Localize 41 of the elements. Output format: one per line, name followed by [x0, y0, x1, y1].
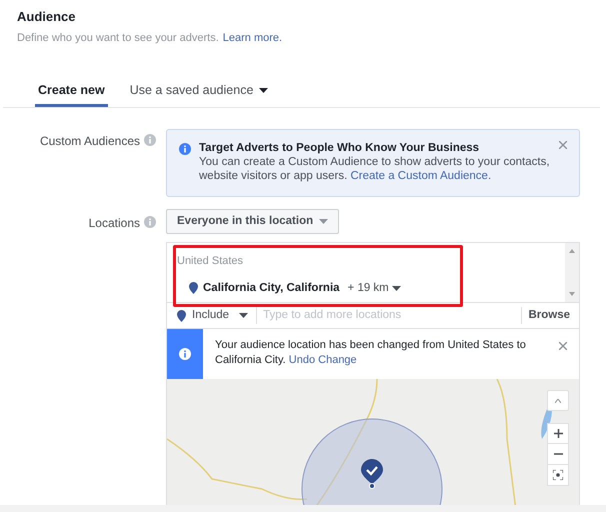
plus-icon	[554, 429, 562, 438]
caret-icon	[319, 219, 328, 224]
location-pin-icon	[177, 310, 186, 322]
info-icon	[144, 216, 156, 228]
selected-location: California City, California	[203, 280, 340, 296]
scroll-down-icon[interactable]	[569, 292, 575, 296]
recenter-button[interactable]	[547, 465, 569, 486]
change-notice-text: Your audience location has been changed from United States to California City. Undo Change	[214, 338, 527, 368]
tab[interactable]: Use a saved audience	[126, 77, 272, 107]
collapse-map-button[interactable]	[547, 390, 569, 411]
notice-text: You can create a Custom Audience to show adverts to your contacts, website visitors or app users. Create a Custom Audience.	[199, 155, 551, 183]
learn-more-link[interactable]: Learn more.	[222, 30, 282, 46]
scrollbar[interactable]	[565, 243, 579, 302]
map-marker-icon	[361, 459, 383, 489]
info-icon	[144, 134, 156, 146]
zoom-in-button[interactable]	[547, 423, 569, 444]
recenter-icon	[553, 470, 563, 480]
notice-title: Target Adverts to People Who Know Your Business	[199, 141, 480, 155]
info-icon	[179, 348, 191, 360]
minus-icon	[554, 453, 562, 455]
tab[interactable]: Create new	[35, 77, 108, 107]
browse-button[interactable]: Browse	[521, 306, 570, 324]
section-title: Audience	[17, 9, 77, 25]
undo-change-link[interactable]: Undo Change	[288, 354, 357, 366]
country-label: United States	[177, 254, 244, 269]
include-dropdown[interactable]: Include	[192, 306, 258, 324]
location-pin-icon	[189, 282, 198, 294]
location-search-field[interactable]: Type to add more locations	[263, 306, 522, 324]
section-description: Define who you want to see your adverts.	[17, 31, 219, 46]
scroll-up-icon[interactable]	[569, 249, 575, 253]
create-custom-audience-link[interactable]: Create a Custom Audience.	[350, 170, 492, 182]
radius-dropdown[interactable]: + 19 km	[348, 280, 401, 297]
close-icon[interactable]	[559, 342, 567, 350]
field-label: Custom Audiences	[40, 133, 140, 150]
audience-type-dropdown[interactable]: Everyone in this location	[166, 209, 340, 234]
caret-icon	[392, 286, 401, 291]
chevron-up-icon	[555, 398, 561, 402]
close-icon[interactable]	[559, 141, 567, 149]
info-icon	[179, 143, 191, 155]
field-label: Locations	[88, 215, 140, 232]
caret-icon	[239, 313, 248, 318]
